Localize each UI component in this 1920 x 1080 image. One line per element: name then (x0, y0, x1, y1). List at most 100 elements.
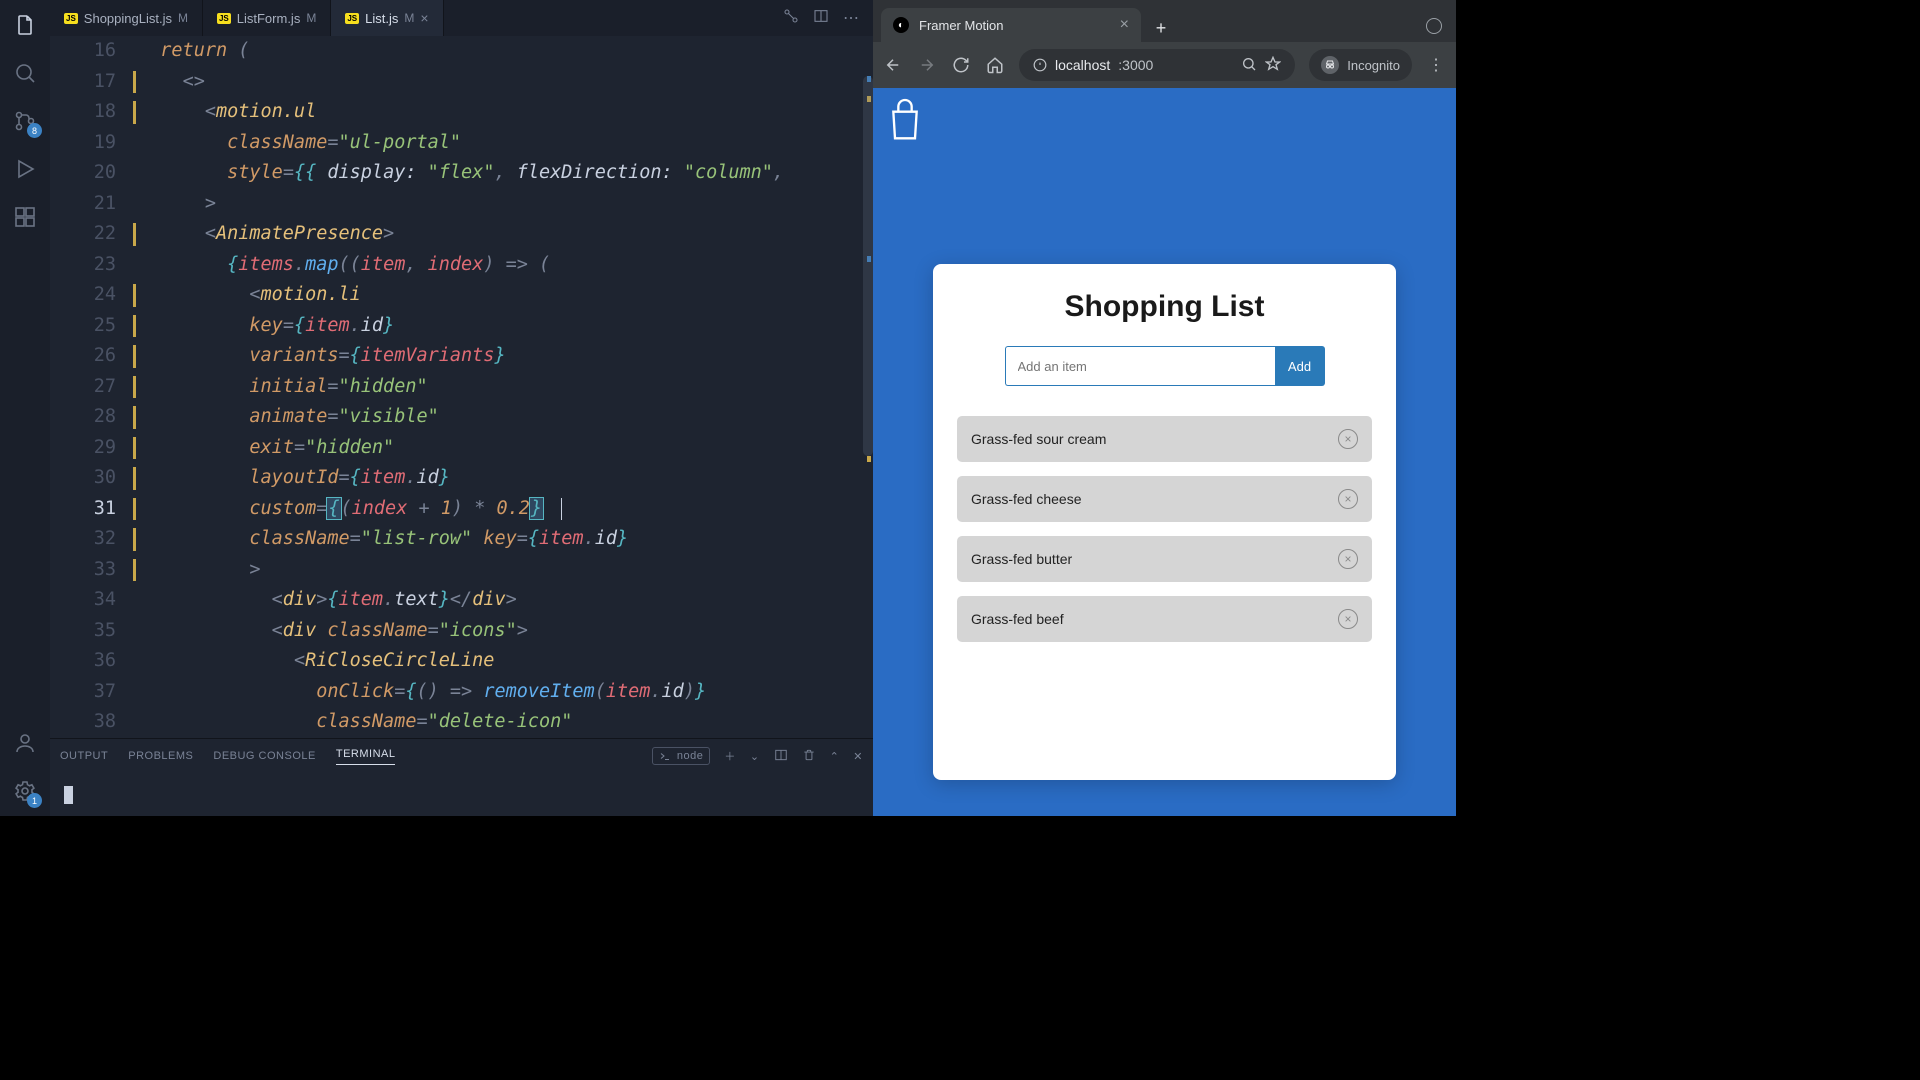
panel-tab[interactable]: PROBLEMS (128, 750, 193, 762)
code-line[interactable]: 31 custom={(index + 1) * 0.2} (50, 494, 873, 525)
search-icon[interactable] (12, 60, 38, 86)
item-list: Grass-fed sour cream ×Grass-fed cheese ×… (957, 416, 1372, 642)
code-line[interactable]: 33 > (50, 555, 873, 586)
close-tab-icon[interactable]: × (1120, 16, 1129, 34)
line-number: 23 (50, 250, 138, 281)
split-editor-icon[interactable] (813, 8, 829, 29)
line-number: 17 (50, 67, 138, 98)
terminal-picker[interactable]: node (652, 747, 710, 765)
shopping-bag-icon (885, 96, 925, 144)
tab-actions: ⋯ (783, 0, 873, 36)
item-text: Grass-fed butter (971, 551, 1072, 567)
explorer-icon[interactable] (12, 12, 38, 38)
settings-gear-icon[interactable]: 1 (12, 778, 38, 804)
new-terminal-icon[interactable]: ＋ (724, 748, 736, 764)
editor-tabs: JS ShoppingList.js MJS ListForm.js MJS L… (50, 0, 873, 36)
vscode-window: 8 1 JS ShoppingList.js M JS (0, 0, 873, 816)
code-line[interactable]: 24 <motion.li (50, 280, 873, 311)
add-button[interactable]: Add (1275, 346, 1325, 386)
maximize-panel-icon[interactable]: ⌃ (830, 750, 840, 763)
code-line[interactable]: 17 <> (50, 67, 873, 98)
code-line[interactable]: 21 > (50, 189, 873, 220)
code-line[interactable]: 30 layoutId={item.id} (50, 463, 873, 494)
run-debug-icon[interactable] (12, 156, 38, 182)
chrome-tab[interactable]: ◐ Framer Motion × (881, 8, 1141, 42)
tab-favicon: ◐ (893, 17, 909, 33)
tab-modified-indicator: M (404, 11, 414, 25)
delete-item-icon[interactable]: × (1338, 489, 1358, 509)
more-icon[interactable]: ⋯ (843, 8, 859, 28)
item-text: Grass-fed sour cream (971, 431, 1106, 447)
editor-tab[interactable]: JS ShoppingList.js M (50, 0, 203, 36)
incognito-chip[interactable]: Incognito (1309, 49, 1412, 81)
delete-item-icon[interactable]: × (1338, 609, 1358, 629)
code-line[interactable]: 20 style={{ display: "flex", flexDirecti… (50, 158, 873, 189)
chrome-window: ◐ Framer Motion × + localhost:3000 (873, 0, 1456, 816)
url-port: :3000 (1118, 57, 1153, 73)
split-terminal-icon[interactable] (774, 748, 788, 765)
line-number: 19 (50, 128, 138, 159)
terminal-dropdown-icon[interactable]: ⌄ (750, 750, 760, 763)
window-control-icon[interactable] (1426, 18, 1442, 34)
editor-tab[interactable]: JS ListForm.js M (203, 0, 331, 36)
code-line[interactable]: 26 variants={itemVariants} (50, 341, 873, 372)
app-viewport: Shopping List Add Grass-fed sour cream ×… (873, 88, 1456, 816)
line-number: 21 (50, 189, 138, 220)
chrome-menu-icon[interactable]: ⋮ (1426, 55, 1446, 75)
code-line[interactable]: 37 onClick={() => removeItem(item.id)} (50, 677, 873, 708)
line-number: 34 (50, 585, 138, 616)
code-line[interactable]: 28 animate="visible" (50, 402, 873, 433)
code-editor[interactable]: 16 return (17 <>18 <motion.ul19 classNam… (50, 36, 873, 738)
delete-item-icon[interactable]: × (1338, 549, 1358, 569)
code-line[interactable]: 35 <div className="icons"> (50, 616, 873, 647)
code-line[interactable]: 23 {items.map((item, index) => ( (50, 250, 873, 281)
source-control-icon[interactable]: 8 (12, 108, 38, 134)
code-line[interactable]: 29 exit="hidden" (50, 433, 873, 464)
terminal-body[interactable] (50, 773, 873, 816)
account-icon[interactable] (12, 730, 38, 756)
panel-tab[interactable]: TERMINAL (336, 748, 396, 765)
vertical-scrollbar[interactable] (863, 76, 873, 456)
compare-icon[interactable] (783, 8, 799, 29)
code-line[interactable]: 38 className="delete-icon" (50, 707, 873, 738)
code-line[interactable]: 25 key={item.id} (50, 311, 873, 342)
add-item-form: Add (1005, 346, 1325, 386)
code-line[interactable]: 27 initial="hidden" (50, 372, 873, 403)
panel-tab[interactable]: DEBUG CONSOLE (213, 750, 315, 762)
new-tab-button[interactable]: + (1147, 14, 1175, 42)
reload-icon[interactable] (951, 55, 971, 75)
search-in-page-icon[interactable] (1241, 56, 1257, 75)
code-line[interactable]: 19 className="ul-portal" (50, 128, 873, 159)
delete-item-icon[interactable]: × (1338, 429, 1358, 449)
bookmark-star-icon[interactable] (1265, 56, 1281, 75)
line-number: 20 (50, 158, 138, 189)
js-file-icon: JS (345, 13, 359, 24)
line-number: 30 (50, 463, 138, 494)
page-title: Shopping List (1065, 290, 1265, 324)
line-number: 24 (50, 280, 138, 311)
code-line[interactable]: 34 <div>{item.text}</div> (50, 585, 873, 616)
address-bar[interactable]: localhost:3000 (1019, 49, 1295, 81)
kill-terminal-icon[interactable] (802, 748, 816, 765)
code-line[interactable]: 36 <RiCloseCircleLine (50, 646, 873, 677)
panel-tab[interactable]: OUTPUT (60, 750, 108, 762)
settings-badge: 1 (27, 793, 42, 808)
extensions-icon[interactable] (12, 204, 38, 230)
home-icon[interactable] (985, 55, 1005, 75)
site-info-icon[interactable] (1033, 58, 1047, 72)
close-panel-icon[interactable]: ✕ (853, 750, 863, 763)
list-item: Grass-fed cheese × (957, 476, 1372, 522)
line-number: 29 (50, 433, 138, 464)
code-line[interactable]: 16 return ( (50, 36, 873, 67)
code-line[interactable]: 18 <motion.ul (50, 97, 873, 128)
line-number: 22 (50, 219, 138, 250)
code-line[interactable]: 22 <AnimatePresence> (50, 219, 873, 250)
line-number: 37 (50, 677, 138, 708)
editor-tab[interactable]: JS List.js M× (331, 0, 443, 36)
close-tab-icon[interactable]: × (420, 10, 428, 26)
line-number: 25 (50, 311, 138, 342)
code-line[interactable]: 32 className="list-row" key={item.id} (50, 524, 873, 555)
back-icon[interactable] (883, 55, 903, 75)
forward-icon[interactable] (917, 55, 937, 75)
add-item-input[interactable] (1005, 346, 1275, 386)
